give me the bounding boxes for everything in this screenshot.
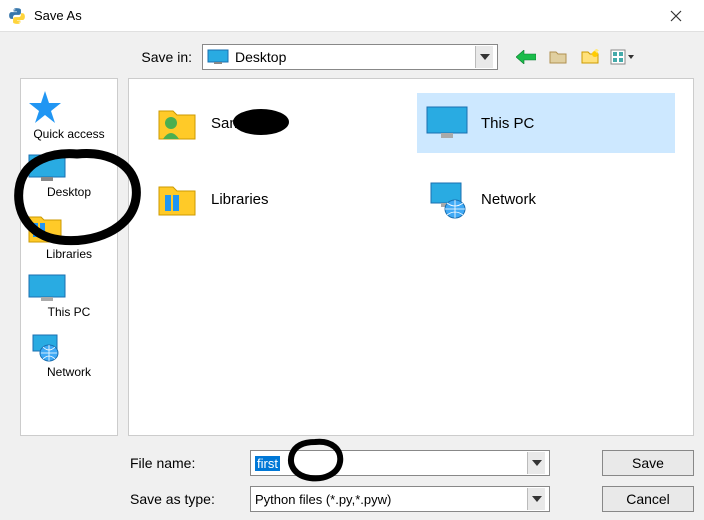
places-bar: Quick access Desktop Libraries This PC N… xyxy=(20,78,118,436)
places-desktop[interactable]: Desktop xyxy=(27,149,111,203)
cancel-button[interactable]: Cancel xyxy=(602,486,694,512)
places-network[interactable]: Network xyxy=(27,327,111,383)
chevron-down-icon xyxy=(475,46,493,68)
filename-row: File name: first Save xyxy=(10,446,694,476)
save-in-select[interactable]: Desktop xyxy=(202,44,498,70)
python-app-icon xyxy=(8,7,26,25)
chevron-down-icon xyxy=(527,452,545,474)
places-label: This PC xyxy=(27,305,111,319)
file-item-label: Libraries xyxy=(211,191,269,208)
new-folder-button[interactable] xyxy=(578,45,602,69)
view-menu-button[interactable] xyxy=(610,45,634,69)
places-label: Desktop xyxy=(27,185,111,199)
places-label: Network xyxy=(27,365,111,379)
file-item-network[interactable]: Network xyxy=(417,169,675,229)
desktop-icon xyxy=(207,49,229,65)
places-label: Quick access xyxy=(27,127,111,141)
places-quick-access[interactable]: Quick access xyxy=(27,85,111,145)
filetype-select[interactable]: Python files (*.py,*.pyw) xyxy=(250,486,550,512)
monitor-icon xyxy=(27,153,67,183)
libraries-icon xyxy=(27,211,63,245)
user-folder-icon xyxy=(155,101,199,145)
monitor-icon xyxy=(425,101,469,145)
monitor-icon xyxy=(27,273,67,303)
places-label: Libraries xyxy=(27,247,111,261)
titlebar: Save As xyxy=(0,0,704,32)
file-list[interactable]: Sam This PC Libraries Network xyxy=(128,78,694,436)
save-in-label: Save in: xyxy=(130,49,192,65)
file-item-label: This PC xyxy=(481,115,534,132)
file-item-libraries[interactable]: Libraries xyxy=(147,169,405,229)
save-button[interactable]: Save xyxy=(602,450,694,476)
recent-locations-button[interactable] xyxy=(546,45,570,69)
save-in-row: Save in: Desktop xyxy=(10,40,694,78)
globe-icon xyxy=(27,331,63,363)
star-icon xyxy=(27,89,63,125)
places-libraries[interactable]: Libraries xyxy=(27,207,111,265)
window-title: Save As xyxy=(34,8,656,23)
file-item-sam[interactable]: Sam xyxy=(147,93,405,153)
file-item-this-pc[interactable]: This PC xyxy=(417,93,675,153)
filetype-row: Save as type: Python files (*.py,*.pyw) … xyxy=(10,482,694,512)
chevron-down-icon xyxy=(527,488,545,510)
file-item-label: Sam xyxy=(211,115,242,132)
places-this-pc[interactable]: This PC xyxy=(27,269,111,323)
file-item-label: Network xyxy=(481,191,536,208)
filename-label: File name: xyxy=(130,455,240,471)
filetype-value: Python files (*.py,*.pyw) xyxy=(255,492,527,507)
save-in-value: Desktop xyxy=(235,49,475,65)
filename-value: first xyxy=(255,456,280,471)
back-button[interactable] xyxy=(514,45,538,69)
filename-input[interactable]: first xyxy=(250,450,550,476)
close-button[interactable] xyxy=(656,2,696,30)
network-monitor-icon xyxy=(425,177,469,221)
libraries-folder-icon xyxy=(155,177,199,221)
filetype-label: Save as type: xyxy=(130,491,240,507)
